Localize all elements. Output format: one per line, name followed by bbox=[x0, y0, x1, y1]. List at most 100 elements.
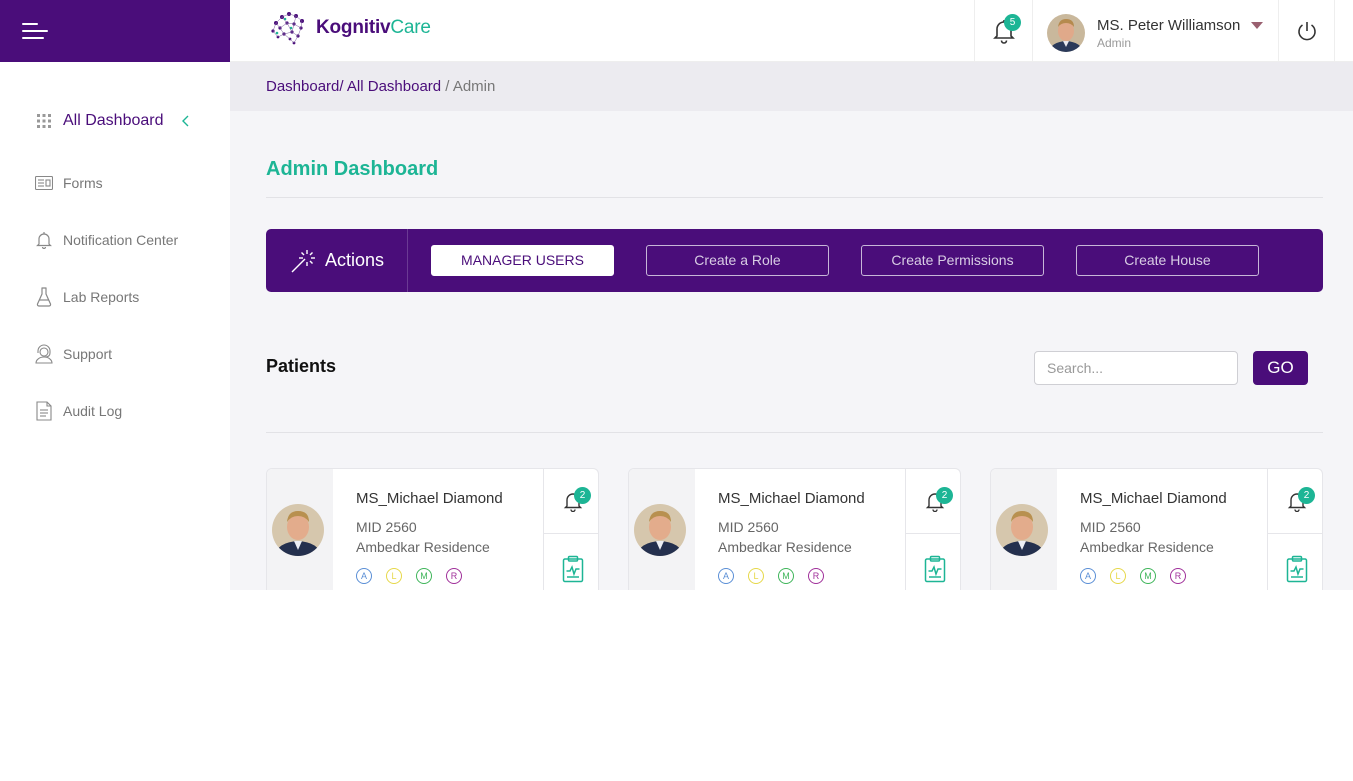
sidebar-item-support[interactable]: Support bbox=[0, 325, 230, 382]
patient-residence: Ambedkar Residence bbox=[1080, 539, 1214, 555]
patient-mid: MID 2560 bbox=[356, 519, 417, 535]
sidebar-header bbox=[0, 0, 230, 62]
tag-r[interactable]: R bbox=[808, 568, 824, 584]
app-logo[interactable]: KognitivCare bbox=[268, 9, 431, 47]
tag-m[interactable]: M bbox=[778, 568, 794, 584]
patient-alerts-button[interactable]: 2 bbox=[906, 469, 960, 534]
user-menu[interactable]: MS. Peter Williamson Admin bbox=[1033, 0, 1279, 62]
tag-a[interactable]: A bbox=[1080, 568, 1096, 584]
form-icon bbox=[34, 173, 54, 193]
create-permissions-button[interactable]: Create Permissions bbox=[861, 245, 1044, 276]
patient-residence: Ambedkar Residence bbox=[718, 539, 852, 555]
logo-text: KognitivCare bbox=[316, 17, 431, 38]
breadcrumb-separator: / bbox=[445, 78, 450, 95]
breadcrumb-all-dashboard[interactable]: All Dashboard bbox=[347, 78, 441, 95]
avatar bbox=[634, 504, 686, 556]
breadcrumb: Dashboard/ All Dashboard / Admin bbox=[230, 62, 1353, 111]
page-title: Admin Dashboard bbox=[266, 158, 439, 180]
patient-mid: MID 2560 bbox=[1080, 519, 1141, 535]
user-name: MS. Peter Williamson bbox=[1097, 17, 1241, 34]
patient-name: MS_Michael Diamond bbox=[718, 490, 865, 507]
patient-mid: MID 2560 bbox=[718, 519, 779, 535]
top-bar: KognitivCare 5 MS. Peter Williamson Admi… bbox=[230, 0, 1353, 62]
sidebar-item-audit-log[interactable]: Audit Log bbox=[0, 382, 230, 439]
patient-tags: A L M R bbox=[718, 568, 838, 584]
chevron-left-icon[interactable] bbox=[178, 113, 194, 129]
avatar bbox=[272, 504, 324, 556]
sidebar-item-label: Audit Log bbox=[63, 402, 123, 419]
patient-alerts-button[interactable]: 2 bbox=[1268, 469, 1322, 534]
patient-report-button[interactable] bbox=[544, 534, 598, 590]
app-root: All Dashboard Forms Notification Center … bbox=[0, 0, 1353, 590]
support-agent-icon bbox=[34, 343, 54, 364]
patient-photo bbox=[267, 469, 333, 590]
user-role: Admin bbox=[1097, 36, 1132, 50]
tag-r[interactable]: R bbox=[446, 568, 462, 584]
tag-m[interactable]: M bbox=[416, 568, 432, 584]
patient-report-button[interactable] bbox=[1268, 534, 1322, 590]
patient-tags: A L M R bbox=[356, 568, 476, 584]
patient-name: MS_Michael Diamond bbox=[1080, 490, 1227, 507]
patient-report-button[interactable] bbox=[906, 534, 960, 590]
create-role-button[interactable]: Create a Role bbox=[646, 245, 829, 276]
patient-card[interactable]: MS_Michael Diamond MID 2560 Ambedkar Res… bbox=[266, 468, 599, 590]
sidebar-item-label: Notification Center bbox=[63, 231, 179, 248]
power-icon bbox=[1297, 22, 1316, 41]
actions-label-text: Actions bbox=[324, 250, 385, 270]
clipboard-chart-icon bbox=[1286, 555, 1307, 583]
main-content: Dashboard/ All Dashboard / Admin Admin D… bbox=[230, 62, 1353, 590]
patient-card[interactable]: MS_Michael Diamond MID 2560 Ambedkar Res… bbox=[628, 468, 961, 590]
create-house-button[interactable]: Create House bbox=[1076, 245, 1259, 276]
actions-label: Actions bbox=[266, 229, 408, 292]
patient-residence: Ambedkar Residence bbox=[356, 539, 490, 555]
notifications-button[interactable]: 5 bbox=[974, 0, 1033, 62]
divider bbox=[266, 197, 1323, 198]
tag-l[interactable]: L bbox=[748, 568, 764, 584]
alert-count-badge: 2 bbox=[936, 487, 953, 504]
sidebar-item-notification-center[interactable]: Notification Center bbox=[0, 211, 230, 268]
divider bbox=[266, 432, 1323, 433]
tag-a[interactable]: A bbox=[718, 568, 734, 584]
manage-users-button[interactable]: MANAGER USERS bbox=[431, 245, 614, 276]
tag-l[interactable]: L bbox=[1110, 568, 1126, 584]
avatar bbox=[1047, 14, 1085, 52]
patient-card[interactable]: MS_Michael Diamond MID 2560 Ambedkar Res… bbox=[990, 468, 1323, 590]
tag-l[interactable]: L bbox=[386, 568, 402, 584]
brain-logo-icon bbox=[271, 12, 304, 45]
patient-name: MS_Michael Diamond bbox=[356, 490, 503, 507]
flask-icon bbox=[34, 286, 54, 307]
alert-count-badge: 2 bbox=[1298, 487, 1315, 504]
breadcrumb-dashboard[interactable]: Dashboard/ bbox=[266, 78, 344, 95]
clipboard-chart-icon bbox=[562, 555, 583, 583]
actions-bar: Actions MANAGER USERS Create a Role Crea… bbox=[266, 229, 1323, 292]
alert-count-badge: 2 bbox=[574, 487, 591, 504]
sidebar-item-label: Support bbox=[63, 345, 113, 362]
grid-icon bbox=[34, 111, 54, 131]
sidebar-item-all-dashboard[interactable]: All Dashboard bbox=[0, 98, 230, 144]
document-icon bbox=[34, 400, 54, 421]
sidebar-item-lab-reports[interactable]: Lab Reports bbox=[0, 268, 230, 325]
patient-tags: A L M R bbox=[1080, 568, 1200, 584]
patient-photo bbox=[991, 469, 1057, 590]
logout-button[interactable] bbox=[1279, 0, 1335, 62]
magic-wand-icon bbox=[291, 249, 315, 272]
card-actions: 2 bbox=[905, 469, 960, 590]
avatar bbox=[996, 504, 1048, 556]
tag-m[interactable]: M bbox=[1140, 568, 1156, 584]
caret-down-icon bbox=[1251, 22, 1263, 29]
patient-alerts-button[interactable]: 2 bbox=[544, 469, 598, 534]
sidebar: All Dashboard Forms Notification Center … bbox=[0, 0, 230, 590]
tag-a[interactable]: A bbox=[356, 568, 372, 584]
breadcrumb-current: Admin bbox=[452, 78, 496, 95]
sidebar-item-forms[interactable]: Forms bbox=[0, 154, 230, 211]
card-actions: 2 bbox=[1267, 469, 1322, 590]
sidebar-nav: All Dashboard Forms Notification Center … bbox=[0, 62, 230, 439]
menu-toggle-icon[interactable] bbox=[22, 23, 48, 39]
sidebar-item-label: All Dashboard bbox=[63, 112, 164, 129]
sidebar-item-label: Forms bbox=[63, 174, 103, 191]
search-input[interactable] bbox=[1034, 351, 1238, 385]
tag-r[interactable]: R bbox=[1170, 568, 1186, 584]
sidebar-item-label: Lab Reports bbox=[63, 288, 140, 305]
patient-photo bbox=[629, 469, 695, 590]
go-button[interactable]: GO bbox=[1253, 351, 1308, 385]
